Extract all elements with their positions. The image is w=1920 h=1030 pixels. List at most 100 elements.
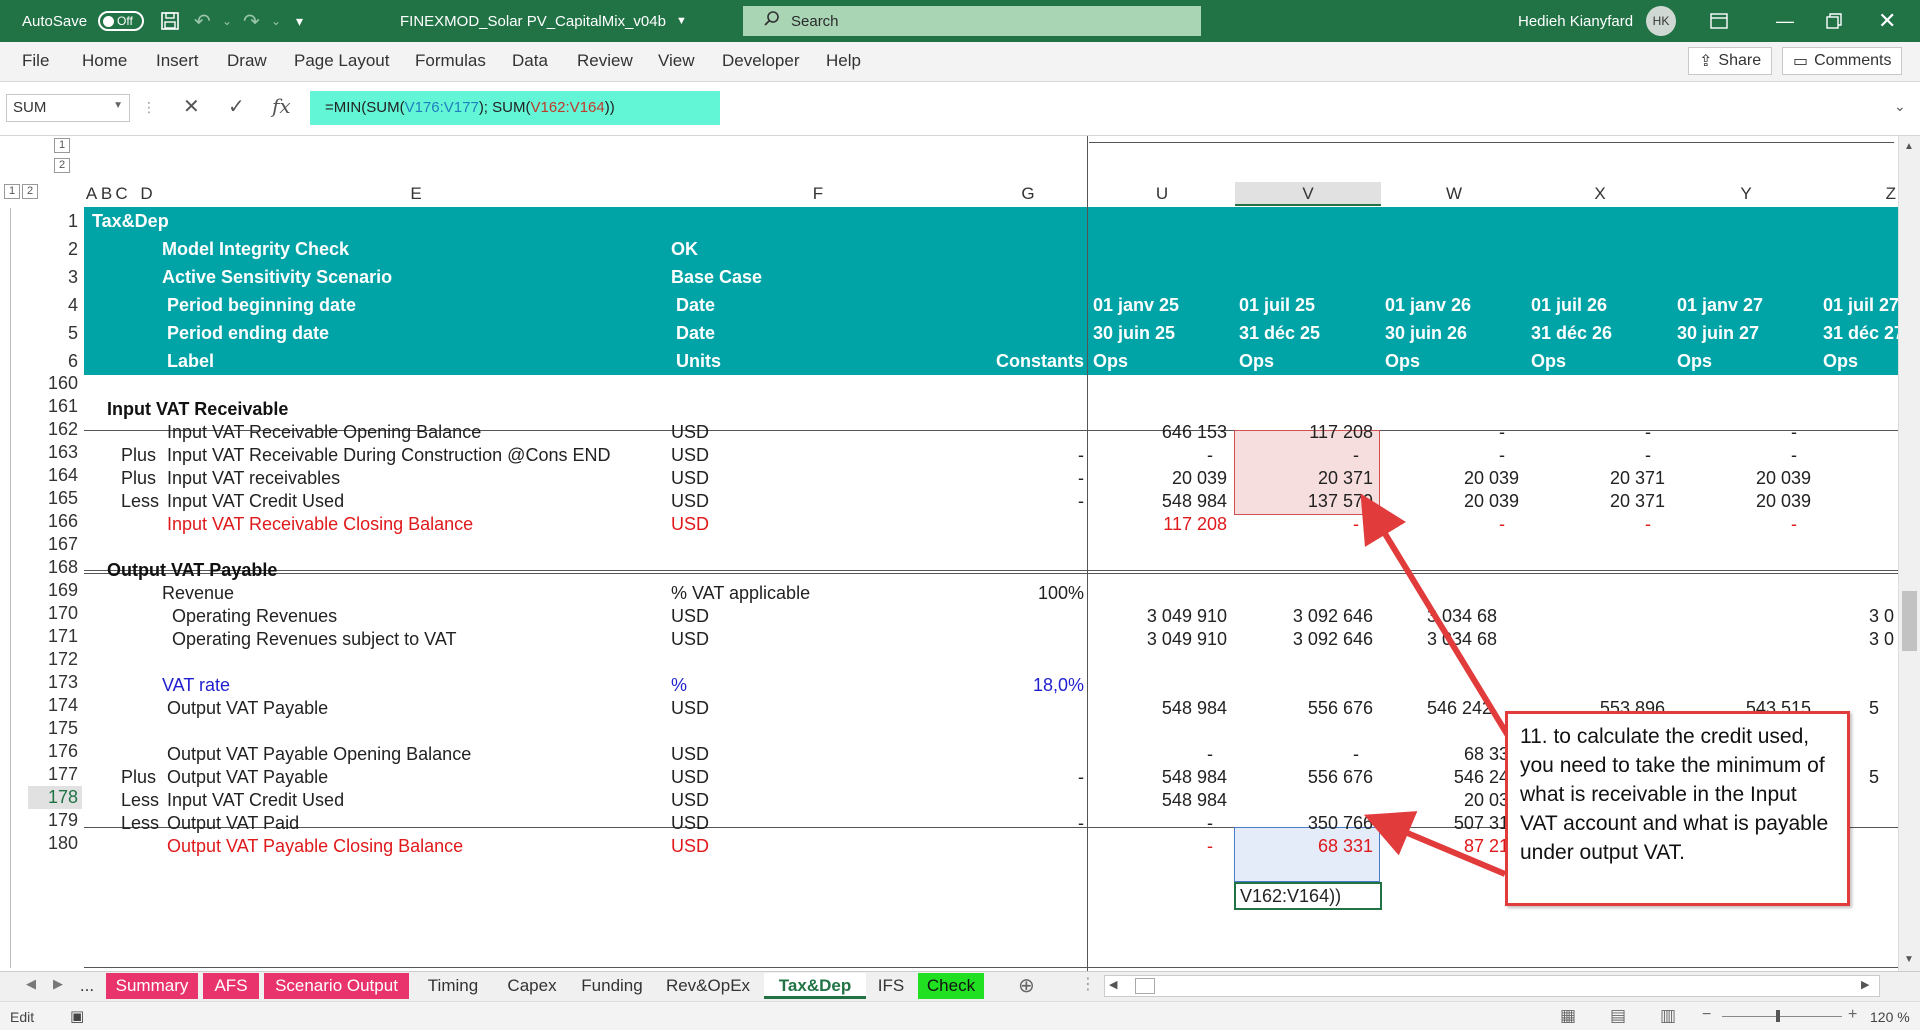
zoom-out-icon[interactable]: − (1702, 1006, 1711, 1024)
tab-scroll-right-icon[interactable]: ▶ (53, 976, 63, 992)
row-header[interactable]: 161 (28, 395, 82, 418)
tab-capex[interactable]: Capex (497, 973, 567, 999)
customize-toolbar-icon[interactable]: ▾ (296, 0, 303, 42)
cell-u-166[interactable]: 117 208 (1089, 510, 1227, 538)
row-header[interactable]: 179 (28, 809, 82, 832)
page-break-view-icon[interactable]: ▥ (1660, 1006, 1676, 1026)
tab-rev-opex[interactable]: Rev&OpEx (658, 973, 758, 999)
row-header[interactable]: 2 (28, 235, 82, 263)
row-header[interactable]: 4 (28, 291, 82, 319)
cell-u-180[interactable]: - (1089, 832, 1227, 860)
outline-row-level-1[interactable]: 1 (54, 138, 70, 153)
col-header-e[interactable]: E (164, 182, 668, 206)
outline-row-level-2[interactable]: 2 (54, 158, 70, 173)
menu-data[interactable]: Data (512, 51, 548, 71)
minimize-icon[interactable]: — (1776, 0, 1794, 42)
row-header[interactable]: 174 (28, 694, 82, 717)
cancel-icon[interactable]: ✕ (183, 94, 200, 119)
horizontal-scrollbar[interactable]: ◀ ▶ (1104, 975, 1880, 997)
cell-v-174[interactable]: 556 676 (1235, 694, 1373, 722)
comments-button[interactable]: ▭ Comments (1782, 47, 1903, 75)
cell-z-177[interactable]: 5 (1869, 763, 1897, 791)
menu-view[interactable]: View (658, 51, 695, 71)
cell-v-180[interactable]: 68 331 (1235, 832, 1373, 860)
row-header[interactable]: 163 (28, 441, 82, 464)
zoom-slider[interactable] (1722, 1016, 1842, 1017)
search-box[interactable]: Search (743, 6, 1201, 36)
menu-formulas[interactable]: Formulas (415, 51, 486, 71)
col-header-a[interactable]: A (84, 182, 99, 206)
menu-file[interactable]: File (22, 51, 49, 71)
menu-developer[interactable]: Developer (722, 51, 800, 71)
row-header[interactable]: 162 (28, 418, 82, 441)
col-header-u[interactable]: U (1089, 182, 1235, 206)
outline-col-level-1[interactable]: 1 (4, 184, 20, 199)
cell-u-174[interactable]: 548 984 (1089, 694, 1227, 722)
redo-icon[interactable]: ↷ (243, 0, 260, 42)
cell-w-180[interactable]: 87 216 (1381, 832, 1519, 860)
row-header[interactable]: 172 (28, 648, 82, 671)
name-box[interactable]: SUM ▼ (6, 94, 130, 122)
ribbon-display-icon[interactable] (1710, 0, 1728, 42)
row-header[interactable]: 160 (28, 372, 82, 395)
tab-timing[interactable]: Timing (414, 973, 492, 999)
redo-dropdown-icon[interactable]: ⌄ (271, 0, 281, 42)
tab-funding[interactable]: Funding (572, 973, 652, 999)
normal-view-icon[interactable]: ▦ (1560, 1006, 1576, 1026)
tab-summary[interactable]: Summary (106, 973, 198, 999)
row-header[interactable]: 3 (28, 263, 82, 291)
col-header-y[interactable]: Y (1673, 182, 1819, 206)
col-header-c[interactable]: C (114, 182, 129, 206)
page-layout-view-icon[interactable]: ▤ (1610, 1006, 1626, 1026)
cell-z-171[interactable]: 3 0 (1869, 625, 1897, 653)
cell-z-174[interactable]: 5 (1869, 694, 1897, 722)
vertical-scroll-thumb[interactable] (1902, 591, 1917, 651)
col-header-b[interactable]: B (99, 182, 114, 206)
col-header-g[interactable]: G (968, 182, 1088, 206)
col-header-d[interactable]: D (129, 182, 164, 206)
col-header-z[interactable]: Z (1819, 182, 1898, 206)
hscroll-right-icon[interactable]: ▶ (1861, 978, 1869, 991)
restore-icon[interactable] (1826, 0, 1842, 42)
close-icon[interactable]: ✕ (1878, 0, 1896, 42)
hscroll-left-icon[interactable]: ◀ (1109, 978, 1117, 991)
cell-w-171[interactable]: 3 034 68 (1427, 625, 1527, 653)
cell-x-166[interactable]: - (1527, 510, 1665, 538)
active-cell-v178[interactable]: V162:V164)) (1234, 882, 1382, 910)
expand-formula-bar-icon[interactable]: ⌄ (1894, 98, 1906, 115)
row-header[interactable]: 170 (28, 602, 82, 625)
tab-check[interactable]: Check (918, 973, 984, 999)
row-header[interactable]: 166 (28, 510, 82, 533)
row-header[interactable]: 167 (28, 533, 82, 556)
tab-scenario-output[interactable]: Scenario Output (264, 973, 409, 999)
row-header[interactable]: 178 (28, 786, 82, 809)
cell-w-166[interactable]: - (1381, 510, 1519, 538)
row-header[interactable]: 6 (28, 347, 82, 375)
tab-more[interactable]: ... (76, 973, 98, 999)
autosave-toggle[interactable]: Off (98, 11, 144, 31)
row-header[interactable]: 169 (28, 579, 82, 602)
document-title[interactable]: FINEXMOD_Solar PV_CapitalMix_v04b ▼ (400, 0, 687, 42)
col-header-x[interactable]: X (1527, 182, 1673, 206)
row-header[interactable]: 1 (28, 207, 82, 235)
row-header[interactable]: 177 (28, 763, 82, 786)
col-header-f[interactable]: F (668, 182, 968, 206)
save-icon[interactable] (160, 0, 180, 42)
tab-ifs[interactable]: IFS (872, 973, 910, 999)
share-button[interactable]: ⇪ Share (1688, 47, 1773, 75)
menu-review[interactable]: Review (577, 51, 633, 71)
macro-record-icon[interactable]: ▣ (70, 1007, 84, 1025)
outline-col-level-2[interactable]: 2 (22, 184, 38, 199)
row-header[interactable]: 168 (28, 556, 82, 579)
zoom-level[interactable]: 120 % (1870, 1009, 1910, 1025)
menu-insert[interactable]: Insert (156, 51, 199, 71)
row-header[interactable]: 175 (28, 717, 82, 740)
tab-afs[interactable]: AFS (203, 973, 259, 999)
scroll-up-icon[interactable]: ▲ (1904, 141, 1914, 152)
menu-draw[interactable]: Draw (227, 51, 267, 71)
enter-icon[interactable]: ✓ (228, 94, 245, 119)
row-header[interactable]: 176 (28, 740, 82, 763)
col-header-w[interactable]: W (1381, 182, 1527, 206)
zoom-slider-handle[interactable] (1776, 1010, 1780, 1022)
zoom-in-icon[interactable]: + (1848, 1006, 1857, 1024)
